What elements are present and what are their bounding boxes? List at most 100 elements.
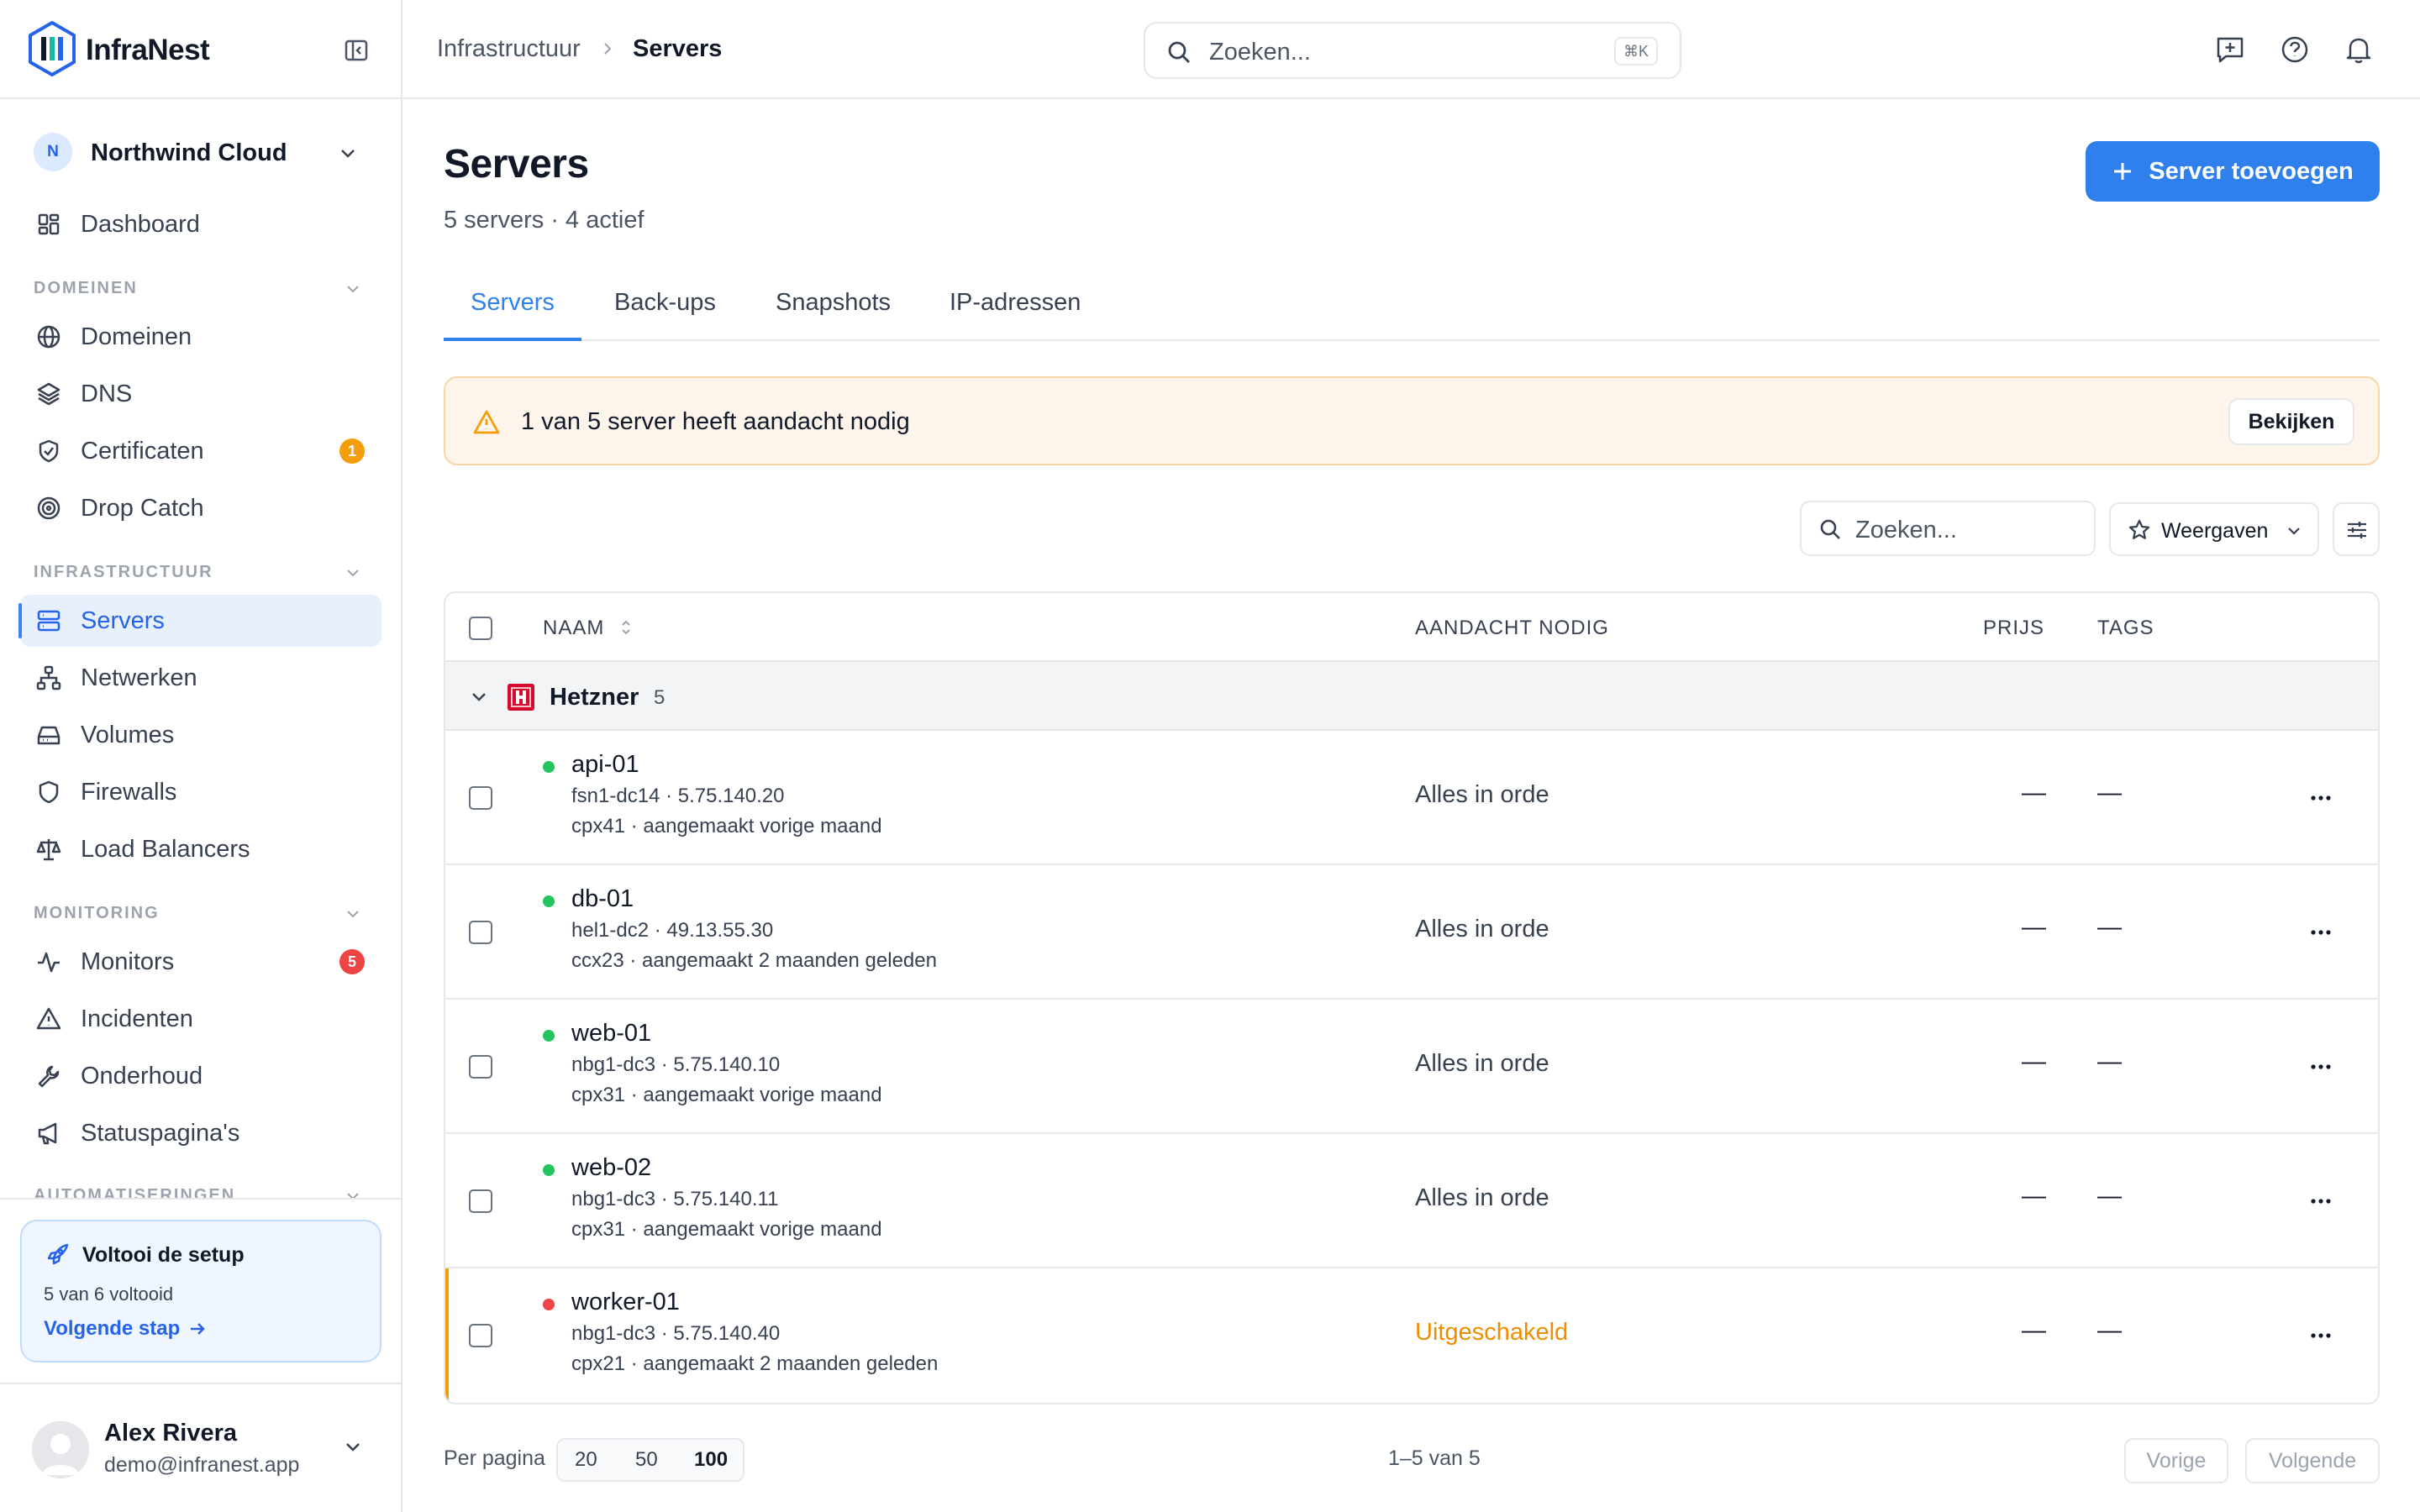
tab-servers[interactable]: Servers <box>444 289 581 341</box>
sidebar-item-volumes[interactable]: Volumes <box>20 709 381 761</box>
table-row[interactable]: web-01 nbg1-dc3 · 5.75.140.10 cpx31 · aa… <box>445 1000 2378 1134</box>
table-row[interactable]: web-02 nbg1-dc3 · 5.75.140.11 cpx31 · aa… <box>445 1134 2378 1268</box>
server-name[interactable]: web-02 <box>571 1154 651 1182</box>
more-actions-icon[interactable] <box>2307 1053 2334 1080</box>
more-actions-icon[interactable] <box>2307 1188 2334 1215</box>
chevron-down-icon[interactable] <box>469 687 489 707</box>
help-icon[interactable] <box>2279 34 2311 66</box>
shield-check-icon <box>35 438 62 465</box>
server-name[interactable]: db-01 <box>571 885 634 913</box>
group-row-hetzner[interactable]: Hetzner 5 <box>445 662 2378 731</box>
chevron-down-icon[interactable] <box>345 564 361 581</box>
user-menu[interactable]: Alex Rivera demo@infranest.app <box>0 1383 401 1512</box>
breadcrumb-infrastructuur[interactable]: Infrastructuur <box>437 35 581 63</box>
view-attention-button[interactable]: Bekijken <box>2228 398 2354 445</box>
tags-cell: — <box>2097 780 2122 806</box>
scale-icon <box>35 836 62 863</box>
global-search-input[interactable]: Zoeken... ⌘K <box>1144 22 1681 79</box>
sidebar-item-label: Monitors <box>81 948 175 975</box>
chevron-down-icon[interactable] <box>345 281 361 297</box>
sort-icon[interactable] <box>618 618 634 637</box>
table-row[interactable]: api-01 fsn1-dc14 · 5.75.140.20 cpx41 · a… <box>445 731 2378 865</box>
more-actions-icon[interactable] <box>2307 785 2334 811</box>
add-server-button[interactable]: Server toevoegen <box>2086 141 2380 202</box>
tags-cell: — <box>2097 1317 2122 1344</box>
views-dropdown[interactable]: Weergaven <box>2109 502 2319 556</box>
sidebar-item-firewalls[interactable]: Firewalls <box>20 766 381 818</box>
workspace-name: Northwind Cloud <box>91 139 287 166</box>
alert-text: 1 van 5 server heeft aandacht nodig <box>521 408 910 435</box>
add-server-label: Server toevoegen <box>2149 157 2354 185</box>
server-name[interactable]: api-01 <box>571 751 639 779</box>
search-icon <box>1818 517 1842 541</box>
column-settings-button[interactable] <box>2333 502 2380 556</box>
row-checkbox[interactable] <box>469 1189 492 1213</box>
pagination-range: 1–5 van 5 <box>1388 1446 1481 1470</box>
select-all-checkbox[interactable] <box>469 617 492 640</box>
attention-alert: 1 van 5 server heeft aandacht nodig Beki… <box>444 376 2380 465</box>
section-title-infrastructuur: INFRASTRUCTUUR <box>34 563 213 581</box>
price-cell: — <box>2022 914 2046 941</box>
infranest-logo-icon[interactable] <box>27 20 77 77</box>
tab-ip-adressen[interactable]: IP-adressen <box>923 289 1107 341</box>
topbar: Infrastructuur Servers Zoeken... ⌘K <box>402 0 2420 99</box>
sidebar-item-monitors[interactable]: Monitors 5 <box>20 936 381 988</box>
sidebar-item-servers[interactable]: Servers <box>18 595 381 647</box>
table-row[interactable]: db-01 hel1-dc2 · 49.13.55.30 ccx23 · aan… <box>445 865 2378 1000</box>
sidebar-item-dashboard[interactable]: Dashboard <box>20 198 381 250</box>
server-name[interactable]: worker-01 <box>571 1289 680 1316</box>
per-page-option-100[interactable]: 100 <box>694 1448 728 1472</box>
sidebar-item-statuspaginas[interactable]: Statuspagina's <box>20 1107 381 1159</box>
per-page-option-20[interactable]: 20 <box>575 1448 597 1472</box>
sidebar-item-domeinen[interactable]: Domeinen <box>20 311 381 363</box>
sidebar-item-label: Onderhoud <box>81 1063 203 1089</box>
tags-cell: — <box>2097 1048 2122 1075</box>
workspace-avatar: N <box>34 133 72 171</box>
more-actions-icon[interactable] <box>2307 919 2334 946</box>
sidebar-item-dns[interactable]: DNS <box>20 368 381 420</box>
next-page-button[interactable]: Volgende <box>2245 1438 2380 1483</box>
tab-back-ups[interactable]: Back-ups <box>587 289 743 341</box>
tab-snapshots[interactable]: Snapshots <box>749 289 918 341</box>
rocket-icon <box>44 1242 71 1268</box>
setup-next-step-link[interactable]: Volgende stap <box>44 1317 207 1341</box>
breadcrumb-current: Servers <box>633 35 723 62</box>
per-page-option-50[interactable]: 50 <box>635 1448 658 1472</box>
sidebar-item-drop-catch[interactable]: Drop Catch <box>20 482 381 534</box>
sidebar-item-label: Statuspagina's <box>81 1120 240 1147</box>
sidebar-item-certificaten[interactable]: Certificaten 1 <box>20 425 381 477</box>
sidebar-collapse-icon[interactable] <box>343 37 370 64</box>
hetzner-logo-icon <box>508 684 534 711</box>
price-cell: — <box>2022 1317 2046 1344</box>
table-search-input[interactable]: Zoeken... <box>1800 501 2096 556</box>
avatar <box>32 1421 89 1478</box>
server-location: hel1-dc2 · 49.13.55.30 <box>571 919 774 942</box>
sidebar-item-incidenten[interactable]: Incidenten <box>20 993 381 1045</box>
network-icon <box>35 664 62 691</box>
user-name: Alex Rivera <box>104 1420 237 1446</box>
table-header: NAAM AANDACHT NODIG PRIJS TAGS <box>445 593 2378 662</box>
column-header-name[interactable]: NAAM <box>543 617 604 640</box>
server-icon <box>35 607 62 634</box>
sidebar-item-onderhoud[interactable]: Onderhoud <box>20 1050 381 1102</box>
workspace-switcher[interactable]: N Northwind Cloud <box>34 131 370 173</box>
previous-page-button[interactable]: Vorige <box>2124 1438 2228 1483</box>
row-checkbox[interactable] <box>469 1324 492 1347</box>
chevron-down-icon[interactable] <box>345 906 361 922</box>
status-dot <box>543 761 555 773</box>
row-checkbox[interactable] <box>469 921 492 944</box>
row-checkbox[interactable] <box>469 786 492 810</box>
bell-icon[interactable] <box>2343 34 2375 66</box>
wrench-icon <box>35 1063 62 1089</box>
table-row[interactable]: worker-01 nbg1-dc3 · 5.75.140.40 cpx21 ·… <box>445 1268 2378 1403</box>
row-checkbox[interactable] <box>469 1055 492 1079</box>
more-actions-icon[interactable] <box>2307 1322 2334 1349</box>
dashboard-icon <box>35 211 62 238</box>
sidebar-item-load-balancers[interactable]: Load Balancers <box>20 823 381 875</box>
server-name[interactable]: web-01 <box>571 1020 651 1047</box>
server-meta: ccx23 · aangemaakt 2 maanden geleden <box>571 949 937 972</box>
sidebar-item-netwerken[interactable]: Netwerken <box>20 652 381 704</box>
section-title-automatiseringen-clip: AUTOMATISERINGEN <box>0 1179 401 1200</box>
feedback-icon[interactable] <box>2214 34 2246 66</box>
sidebar-item-label: Netwerken <box>81 664 197 691</box>
